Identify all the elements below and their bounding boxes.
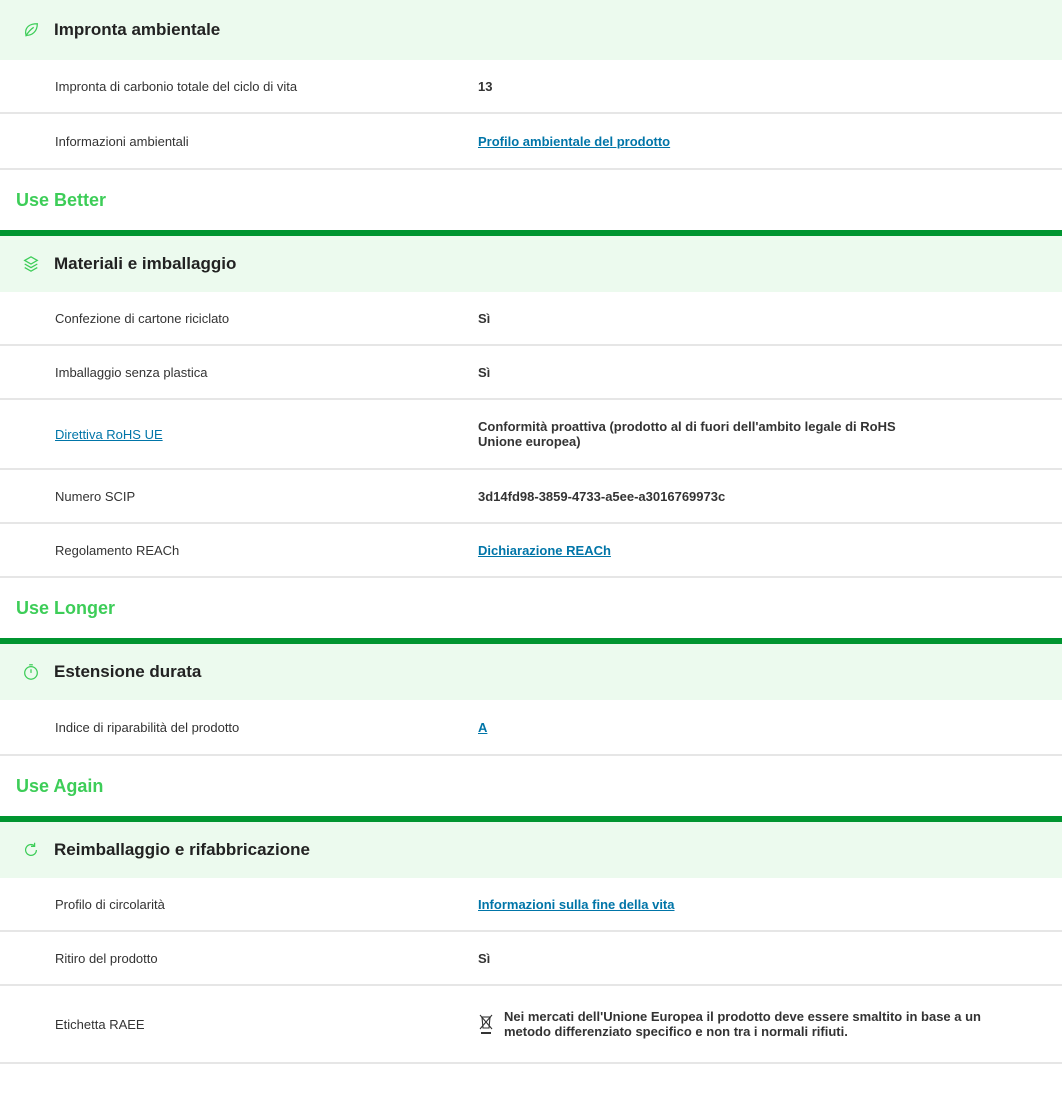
row-label: Impronta di carbonio totale del ciclo di… [55, 78, 298, 94]
refresh-icon [20, 839, 42, 861]
repairability-link[interactable]: A [478, 720, 487, 735]
category-environmental-footprint: Impronta ambientale [0, 0, 1062, 60]
row-label: Imballaggio senza plastica [55, 364, 208, 380]
category-title: Impronta ambientale [54, 20, 221, 39]
row-scip-number: Numero SCIP 3d14fd98-3859-4733-a5ee-a301… [0, 470, 1062, 524]
timer-icon [20, 661, 42, 683]
row-reach: Regolamento REACh Dichiarazione REACh [0, 524, 1062, 578]
sustainability-panel: Impronta ambientale Impronta di carbonio… [0, 0, 1062, 1118]
row-take-back: Ritiro del prodotto Sì [0, 932, 1062, 986]
row-circularity-profile: Profilo di circolarità Informazioni sull… [0, 878, 1062, 932]
section-heading-use-longer: Use Longer [16, 597, 116, 618]
category-title: Reimballaggio e rifabbricazione [54, 840, 311, 859]
category-title: Estensione durata [54, 662, 202, 681]
row-recycled-carton: Confezione di cartone riciclato Sì [0, 292, 1062, 346]
row-value: 13 [478, 78, 493, 94]
rohs-directive-link[interactable]: Direttiva RoHS UE [55, 427, 163, 442]
row-label: Indice di riparabilità del prodotto [55, 719, 240, 735]
row-rohs: Direttiva RoHS UE Conformità proattiva (… [0, 400, 1062, 470]
section-heading-use-again: Use Again [16, 775, 104, 796]
row-value: Sì [478, 310, 491, 326]
row-repairability-index: Indice di riparabilità del prodotto A [0, 700, 1062, 756]
row-weee-label: Etichetta RAEE Nei mercati dell'Unione E… [0, 986, 1062, 1064]
row-label: Numero SCIP [55, 488, 136, 504]
environmental-profile-link[interactable]: Profilo ambientale del prodotto [478, 134, 670, 149]
category-materials-packaging: Materiali e imballaggio [0, 230, 1062, 292]
reach-declaration-link[interactable]: Dichiarazione REACh [478, 543, 611, 558]
leaf-icon [20, 19, 42, 41]
row-value: Sì [478, 364, 491, 380]
crossed-bin-icon [478, 1013, 494, 1035]
row-plastic-free: Imballaggio senza plastica Sì [0, 346, 1062, 400]
weee-text: Nei mercati dell'Unione Europea il prodo… [504, 1009, 981, 1039]
category-lifetime-extension: Estensione durata [0, 638, 1062, 700]
end-of-life-link[interactable]: Informazioni sulla fine della vita [478, 897, 675, 912]
row-carbon-footprint: Impronta di carbonio totale del ciclo di… [0, 60, 1062, 114]
row-environmental-info: Informazioni ambientali Profilo ambienta… [0, 114, 1062, 170]
category-repackaging: Reimballaggio e rifabbricazione [0, 816, 1062, 878]
row-value: 3d14fd98-3859-4733-a5ee-a3016769973c [478, 488, 726, 504]
row-label: Confezione di cartone riciclato [55, 310, 230, 326]
row-label: Regolamento REACh [55, 542, 180, 558]
layers-icon [20, 253, 42, 275]
row-label: Informazioni ambientali [55, 133, 189, 149]
section-heading-use-better: Use Better [16, 189, 107, 210]
row-value: Conformità proattiva (prodotto al di fuo… [478, 419, 896, 449]
row-value: Sì [478, 950, 491, 966]
category-title: Materiali e imballaggio [54, 254, 237, 273]
row-label: Profilo di circolarità [55, 896, 165, 912]
row-label: Ritiro del prodotto [55, 950, 158, 966]
row-label: Etichetta RAEE [55, 1016, 145, 1032]
